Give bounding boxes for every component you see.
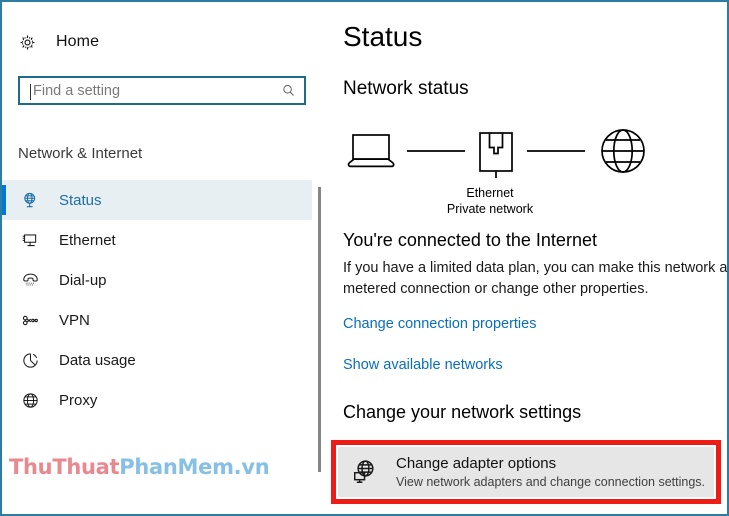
sidebar-item-home[interactable]: Home xyxy=(16,27,99,57)
sidebar-item-proxy[interactable]: Proxy xyxy=(2,380,312,420)
telephone-icon xyxy=(18,268,42,292)
network-status-heading: Network status xyxy=(343,78,469,99)
connection-status-description: If you have a limited data plan, you can… xyxy=(343,260,727,297)
search-input[interactable] xyxy=(20,82,278,99)
pie-chart-icon xyxy=(18,348,42,372)
diagram-network-type-label: Private network xyxy=(446,202,534,216)
watermark-part-2: PhanMem.vn xyxy=(119,455,270,479)
sidebar-item-data-usage[interactable]: Data usage xyxy=(2,340,312,380)
sidebar-item-label: Data usage xyxy=(59,351,136,369)
ethernet-port-icon xyxy=(479,132,513,178)
gear-icon xyxy=(16,31,38,53)
diagram-labels: Ethernet Private network xyxy=(400,185,580,217)
change-network-settings-heading: Change your network settings xyxy=(343,402,582,422)
globe-monitor-icon xyxy=(18,188,42,212)
sidebar-section-title: Network & Internet xyxy=(18,145,143,162)
sidebar-scrollbar[interactable] xyxy=(318,187,321,472)
sidebar-item-ethernet[interactable]: Ethernet xyxy=(2,220,312,260)
ethernet-icon xyxy=(18,228,42,252)
globe-icon xyxy=(601,129,645,173)
link-change-connection-properties[interactable]: Change connection properties xyxy=(343,316,536,332)
diagram-adapter-label: Ethernet xyxy=(466,186,514,200)
page-title: Status xyxy=(343,21,423,52)
watermark-part-1: ThuThuat xyxy=(9,455,120,479)
sidebar-item-label: VPN xyxy=(59,311,90,329)
network-diagram: Ethernet Private network xyxy=(343,127,723,217)
sidebar-nav-list: Status Ethernet Dial-up VPN Data usage P… xyxy=(2,180,312,420)
connection-status-title: You're connected to the Internet xyxy=(343,230,597,250)
settings-window: Home Network & Internet xyxy=(0,0,729,516)
main-content: Status Network status Ethernet Private n… xyxy=(324,2,727,514)
link-show-available-networks[interactable]: Show available networks xyxy=(343,357,503,373)
sidebar: Home Network & Internet xyxy=(2,2,321,514)
search-box[interactable] xyxy=(18,76,306,105)
sidebar-item-dial-up[interactable]: Dial-up xyxy=(2,260,312,300)
sidebar-item-label: Ethernet xyxy=(59,231,116,249)
text-caret xyxy=(30,84,31,100)
sidebar-item-label: Proxy xyxy=(59,391,98,409)
laptop-icon xyxy=(347,134,395,168)
vpn-link-icon xyxy=(18,308,42,332)
sidebar-item-status[interactable]: Status xyxy=(2,180,312,220)
sidebar-item-label: Status xyxy=(59,191,102,209)
sidebar-item-label: Dial-up xyxy=(59,271,107,289)
search-icon[interactable] xyxy=(278,83,304,98)
watermark: ThuThuatPhanMem.vn xyxy=(9,455,270,479)
globe-icon xyxy=(18,388,42,412)
sidebar-home-label: Home xyxy=(56,33,100,50)
sidebar-item-vpn[interactable]: VPN xyxy=(2,300,312,340)
red-highlight-box xyxy=(331,440,721,504)
